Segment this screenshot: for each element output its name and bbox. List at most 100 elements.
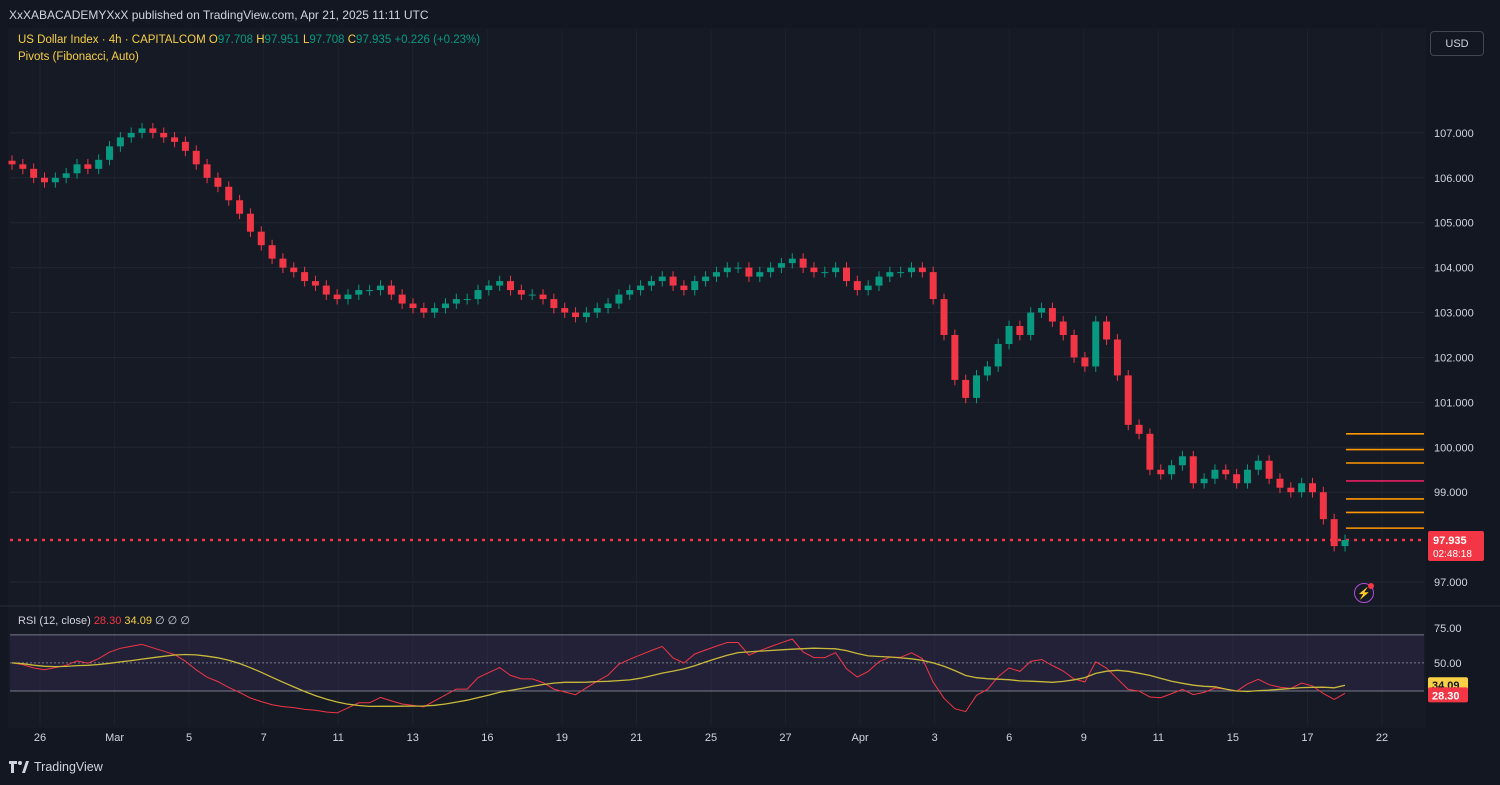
price-tick-label: 107.000 <box>1434 128 1474 140</box>
high-label: H <box>256 34 265 46</box>
price-tick-label: 103.000 <box>1434 308 1474 320</box>
symbol-legend: US Dollar Index · 4h · CAPITALCOM O97.70… <box>18 34 480 46</box>
candle-body <box>311 281 319 286</box>
candle-body <box>160 132 168 138</box>
candle-body <box>1027 312 1035 335</box>
empty-value-2: ∅ <box>167 615 178 627</box>
candle-body <box>1341 540 1349 547</box>
candle-body <box>940 299 948 335</box>
price-tick-label: 99.000 <box>1434 487 1468 499</box>
close-value: 97.935 <box>356 34 392 46</box>
candle-body <box>1059 321 1067 335</box>
candle-body <box>376 285 384 291</box>
candle-body <box>832 267 840 273</box>
candle-body <box>192 150 200 165</box>
candle-body <box>875 276 883 286</box>
candle-body <box>680 285 688 291</box>
candle-body <box>517 290 525 295</box>
candle-body <box>983 366 991 376</box>
candle-body <box>279 258 287 268</box>
price-tick-label: 106.000 <box>1434 173 1474 185</box>
price-tick-label: 101.000 <box>1434 397 1474 409</box>
candle-body <box>1135 424 1143 434</box>
time-tick-label: 11 <box>333 732 344 744</box>
candle-body <box>962 379 970 398</box>
candle-body <box>1298 483 1306 493</box>
empty-value-1: ∅ <box>155 615 165 627</box>
time-tick-label: 27 <box>779 732 791 744</box>
pivot-levels <box>10 433 1424 542</box>
candle-body <box>19 164 27 169</box>
pivots-indicator-label[interactable]: Pivots (Fibonacci, Auto) <box>18 51 139 63</box>
rsi-tag: 28.30 <box>1432 690 1460 702</box>
tradingview-logo-icon <box>9 761 29 773</box>
price-chart[interactable]: 107.000 106.000 105.000 104.000 103.000 102.0… <box>0 0 1500 785</box>
candle-body <box>214 177 222 187</box>
time-tick-label: 11 <box>1153 732 1164 744</box>
candle-body <box>1157 469 1165 475</box>
rsi-value: 28.30 <box>93 615 122 627</box>
candle-body <box>712 272 720 277</box>
time-tick-label: 16 <box>481 732 493 744</box>
candle-body <box>582 312 590 318</box>
low-value: 97.708 <box>309 34 345 46</box>
price-tick-label: 105.000 <box>1434 218 1474 230</box>
candle-body <box>290 267 298 273</box>
time-tick-label: 9 <box>1081 732 1087 744</box>
candle-body <box>127 132 135 138</box>
candle-body <box>1222 469 1230 475</box>
open-value: 97.708 <box>217 34 254 46</box>
candle-body <box>463 299 471 301</box>
candle-body <box>745 267 753 277</box>
candle-body <box>691 281 699 291</box>
price-tick-label: 102.000 <box>1434 352 1474 364</box>
candle-body <box>1254 460 1262 470</box>
time-tick-label: 26 <box>34 732 46 744</box>
candle-body <box>95 159 103 169</box>
currency-button[interactable]: USD <box>1430 31 1484 56</box>
candle-body <box>62 173 70 178</box>
candle-body <box>702 276 710 282</box>
candle-body <box>994 343 1002 367</box>
alert-dot-icon <box>1368 583 1374 589</box>
candle-body <box>387 285 395 295</box>
candle-body <box>1113 339 1121 376</box>
candle-body <box>777 263 785 268</box>
candle-body <box>637 285 645 291</box>
grid <box>10 30 1424 725</box>
candle-body <box>767 267 775 273</box>
candle-body <box>171 137 179 142</box>
candle-body <box>821 272 829 274</box>
symbol-name[interactable]: US Dollar Index · 4h · CAPITALCOM <box>18 34 206 46</box>
candle-body <box>441 303 449 309</box>
candle-body <box>30 168 38 178</box>
candle-body <box>344 294 352 300</box>
candle-body <box>1178 456 1186 466</box>
candle-body <box>181 141 189 151</box>
candle-body <box>1103 321 1111 340</box>
rsi-name[interactable]: RSI (12, close) <box>18 615 91 627</box>
candle-body <box>550 299 558 309</box>
candle-body <box>788 258 796 264</box>
price-tick-label: 100.000 <box>1434 442 1474 454</box>
candle-body <box>8 160 16 165</box>
time-tick-label: 25 <box>705 732 717 744</box>
high-value: 97.951 <box>264 34 300 46</box>
candle-body <box>268 245 276 259</box>
candle-body <box>604 303 612 309</box>
candle-body <box>669 276 677 286</box>
candle-body <box>398 294 406 304</box>
candle-body <box>886 272 894 277</box>
candle-body <box>973 375 981 398</box>
rsi-tick-label: 50.00 <box>1434 658 1462 670</box>
candle-body <box>1308 483 1316 493</box>
close-label: C <box>347 34 357 46</box>
candle-body <box>593 308 601 313</box>
rsi-tick-label: 75.00 <box>1434 623 1462 635</box>
candle-body <box>1276 478 1284 488</box>
price-tag-countdown: 02:48:18 <box>1433 549 1472 560</box>
candle-body <box>756 272 764 277</box>
candle-body <box>138 128 146 133</box>
candle-body <box>73 164 81 174</box>
tradingview-logo[interactable]: TradingView <box>9 760 103 774</box>
